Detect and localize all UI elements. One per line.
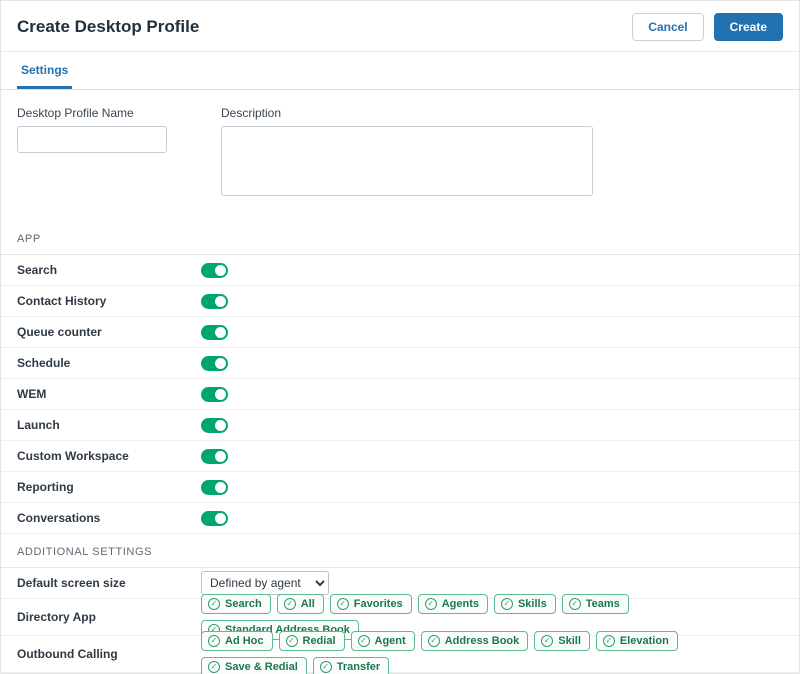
chip-label: Redial [303,635,336,647]
check-circle-icon: ✓ [208,635,220,647]
check-circle-icon: ✓ [541,635,553,647]
chip-outbound-skill[interactable]: ✓ Skill [534,631,590,651]
chip-outbound-address-book[interactable]: ✓ Address Book [421,631,529,651]
check-circle-icon: ✓ [569,598,581,610]
chip-directory-search[interactable]: ✓ Search [201,594,271,614]
app-row-label: Search [17,263,201,277]
chip-label: Save & Redial [225,661,298,673]
page-header: Create Desktop Profile Cancel Create [1,1,799,51]
chip-label: Ad Hoc [225,635,264,647]
toggle-schedule[interactable] [201,356,228,371]
chip-label: All [301,598,315,610]
toggle-reporting[interactable] [201,480,228,495]
app-row-conversations: Conversations [1,503,799,534]
check-circle-icon: ✓ [320,661,332,673]
app-row-reporting: Reporting [1,472,799,503]
toggle-wem[interactable] [201,387,228,402]
create-desktop-profile-page: Create Desktop Profile Cancel Create Set… [0,0,800,674]
tab-bar: Settings [1,51,799,90]
toggle-launch[interactable] [201,418,228,433]
description-textarea[interactable] [221,126,593,196]
app-row-label: Reporting [17,480,201,494]
toggle-contact-history[interactable] [201,294,228,309]
check-circle-icon: ✓ [358,635,370,647]
toggle-conversations[interactable] [201,511,228,526]
chip-label: Skill [558,635,581,647]
profile-name-input[interactable] [17,126,167,153]
app-row-label: Contact History [17,294,201,308]
app-row-search: Search [1,255,799,286]
app-row-wem: WEM [1,379,799,410]
description-field-group: Description [221,106,593,201]
chip-outbound-elevation[interactable]: ✓ Elevation [596,631,678,651]
cancel-button[interactable]: Cancel [632,13,703,41]
chip-directory-all[interactable]: ✓ All [277,594,324,614]
page-title: Create Desktop Profile [17,17,199,37]
check-circle-icon: ✓ [428,635,440,647]
chip-label: Agent [375,635,406,647]
chip-directory-favorites[interactable]: ✓ Favorites [330,594,412,614]
chip-outbound-transfer[interactable]: ✓ Transfer [313,657,389,674]
profile-name-label: Desktop Profile Name [17,106,167,120]
default-screen-size-select[interactable]: Defined by agent [201,571,329,595]
app-row-queue-counter: Queue counter [1,317,799,348]
app-row-schedule: Schedule [1,348,799,379]
toggle-custom-workspace[interactable] [201,449,228,464]
chip-outbound-redial[interactable]: ✓ Redial [279,631,345,651]
directory-app-label: Directory App [17,610,201,624]
chip-directory-skills[interactable]: ✓ Skills [494,594,556,614]
default-screen-size-label: Default screen size [17,576,201,590]
app-row-label: Conversations [17,511,201,525]
app-row-label: Schedule [17,356,201,370]
check-circle-icon: ✓ [208,661,220,673]
chip-outbound-save-and-redial[interactable]: ✓ Save & Redial [201,657,307,674]
description-label: Description [221,106,593,120]
create-button[interactable]: Create [714,13,783,41]
toggle-queue-counter[interactable] [201,325,228,340]
outbound-calling-label: Outbound Calling [17,647,201,661]
profile-form: Desktop Profile Name Description [1,90,799,211]
chip-label: Favorites [354,598,403,610]
chip-directory-teams[interactable]: ✓ Teams [562,594,629,614]
tab-settings[interactable]: Settings [17,52,72,89]
check-circle-icon: ✓ [284,598,296,610]
check-circle-icon: ✓ [501,598,513,610]
chip-outbound-agent[interactable]: ✓ Agent [351,631,415,651]
app-row-label: Launch [17,418,201,432]
check-circle-icon: ✓ [425,598,437,610]
chip-label: Skills [518,598,547,610]
check-circle-icon: ✓ [337,598,349,610]
app-row-label: Queue counter [17,325,201,339]
chip-label: Elevation [620,635,669,647]
outbound-calling-row: Outbound Calling ✓ Ad Hoc ✓ Redial ✓ Age… [1,636,799,673]
app-row-launch: Launch [1,410,799,441]
check-circle-icon: ✓ [286,635,298,647]
profile-name-field-group: Desktop Profile Name [17,106,167,201]
chip-directory-agents[interactable]: ✓ Agents [418,594,488,614]
outbound-calling-chips: ✓ Ad Hoc ✓ Redial ✓ Agent ✓ Address Book… [201,631,783,674]
app-row-contact-history: Contact History [1,286,799,317]
chip-label: Transfer [337,661,380,673]
app-section-title: APP [1,211,799,255]
chip-label: Search [225,598,262,610]
chip-outbound-ad-hoc[interactable]: ✓ Ad Hoc [201,631,273,651]
chip-label: Teams [586,598,620,610]
app-row-label: Custom Workspace [17,449,201,463]
app-row-label: WEM [17,387,201,401]
check-circle-icon: ✓ [208,598,220,610]
app-row-custom-workspace: Custom Workspace [1,441,799,472]
check-circle-icon: ✓ [603,635,615,647]
chip-label: Agents [442,598,479,610]
toggle-search[interactable] [201,263,228,278]
chip-label: Address Book [445,635,520,647]
header-actions: Cancel Create [632,13,783,41]
additional-settings-title: ADDITIONAL SETTINGS [1,534,799,568]
